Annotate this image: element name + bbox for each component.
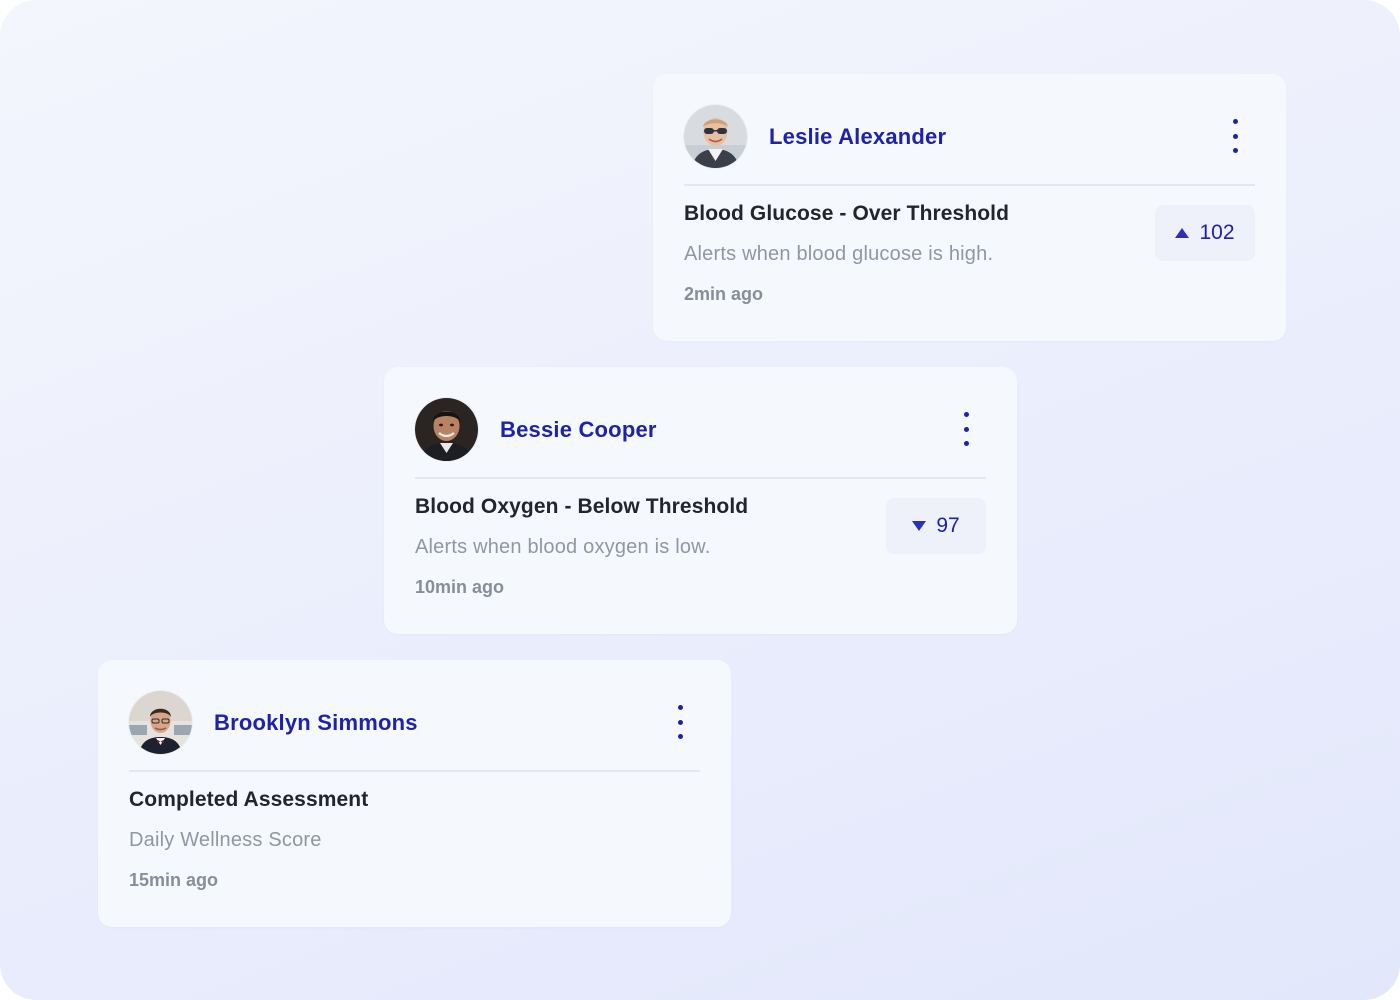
card-body: Blood Glucose - Over Threshold Alerts wh… xyxy=(684,186,1255,305)
notification-canvas: Leslie Alexander Blood Glucose - Over Th… xyxy=(0,0,1400,1000)
triangle-down-icon xyxy=(912,521,927,531)
alert-timestamp: 2min ago xyxy=(684,284,764,304)
kebab-dot xyxy=(1232,133,1238,139)
card-header: Brooklyn Simmons xyxy=(129,691,700,772)
kebab-menu-icon xyxy=(1232,119,1238,124)
user-avatar-icon xyxy=(129,691,192,754)
more-options-button[interactable] xyxy=(670,705,690,739)
user-avatar-icon xyxy=(684,105,747,168)
value-badge: 102 xyxy=(1155,205,1255,261)
alert-timestamp: 10min ago xyxy=(415,577,505,597)
triangle-up-icon xyxy=(1175,228,1190,238)
reading-value: 97 xyxy=(936,514,960,537)
more-options-button[interactable] xyxy=(956,412,976,446)
notification-card[interactable]: Brooklyn Simmons Completed Assessment Da… xyxy=(98,660,731,927)
avatar[interactable] xyxy=(415,398,478,461)
kebab-dot xyxy=(963,441,969,446)
more-options-button[interactable] xyxy=(1225,119,1245,153)
user-avatar-icon xyxy=(415,398,478,461)
user-name[interactable]: Bessie Cooper xyxy=(500,417,657,443)
alert-title: Completed Assessment xyxy=(129,788,369,811)
user-name[interactable]: Leslie Alexander xyxy=(769,124,946,150)
kebab-dot xyxy=(677,719,683,725)
card-body: Blood Oxygen - Below Threshold Alerts wh… xyxy=(415,479,986,598)
card-header: Leslie Alexander xyxy=(684,105,1255,186)
notification-card[interactable]: Bessie Cooper Blood Oxygen - Below Thres… xyxy=(384,367,1017,634)
alert-timestamp: 15min ago xyxy=(129,870,219,890)
avatar[interactable] xyxy=(129,691,192,754)
kebab-dot xyxy=(963,426,969,432)
user-name[interactable]: Brooklyn Simmons xyxy=(214,710,418,736)
notification-card[interactable]: Leslie Alexander Blood Glucose - Over Th… xyxy=(653,74,1286,341)
card-header: Bessie Cooper xyxy=(415,398,986,479)
kebab-menu-icon xyxy=(677,705,683,710)
kebab-dot xyxy=(677,734,683,739)
value-badge: 97 xyxy=(886,498,986,554)
card-body: Completed Assessment Daily Wellness Scor… xyxy=(129,772,700,891)
reading-value: 102 xyxy=(1199,221,1235,244)
kebab-menu-icon xyxy=(963,412,969,417)
alert-description: Daily Wellness Score xyxy=(129,829,322,851)
kebab-dot xyxy=(1232,148,1238,153)
avatar[interactable] xyxy=(684,105,747,168)
